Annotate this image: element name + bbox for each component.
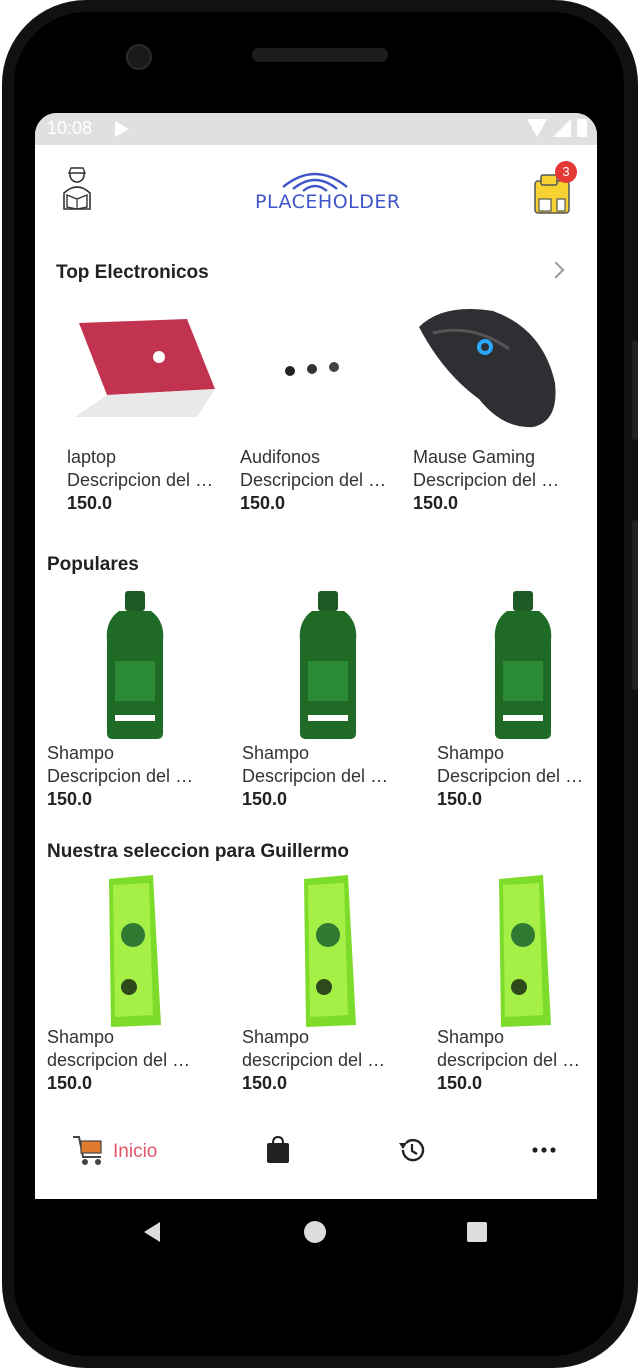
loading-dots-icon xyxy=(285,362,339,376)
android-nav-bar xyxy=(0,1200,640,1270)
product-price: 150.0 xyxy=(242,1073,288,1093)
product-description: descripcion del producto xyxy=(437,1050,587,1070)
product-card[interactable]: Shampo Descripcion del producto 150.0 xyxy=(242,591,402,821)
product-name: Shampo xyxy=(437,1027,505,1047)
earpiece-speaker xyxy=(252,48,388,62)
power-button xyxy=(632,520,638,690)
product-price: 150.0 xyxy=(242,789,288,809)
front-camera xyxy=(126,44,152,70)
nav-more[interactable] xyxy=(531,1133,557,1173)
product-name: Shampo xyxy=(47,1027,115,1047)
product-name: Shampo xyxy=(47,743,115,763)
wifi-icon xyxy=(527,119,547,137)
product-card[interactable]: laptop Descripcion del producto 150.0 xyxy=(67,313,227,543)
app-header: PLACEHOLDER 3 xyxy=(35,145,597,235)
nav-history[interactable] xyxy=(397,1133,427,1173)
status-time: 10:08 xyxy=(47,118,93,138)
nav-inicio-label: Inicio xyxy=(113,1141,158,1162)
product-name: Shampo xyxy=(437,743,505,763)
product-description: Descripcion del producto xyxy=(47,766,197,786)
profile-icon[interactable] xyxy=(59,165,95,211)
product-name: Audifonos xyxy=(240,447,321,467)
play-icon xyxy=(115,121,129,137)
product-description: descripcion del producto xyxy=(47,1050,197,1070)
product-description: Descripcion del producto xyxy=(240,470,390,490)
product-price: 150.0 xyxy=(413,493,459,513)
history-icon xyxy=(399,1138,425,1162)
nav-inicio[interactable]: Inicio xyxy=(71,1133,211,1173)
section-title-seleccion: Nuestra seleccion para Guillermo xyxy=(47,841,350,862)
battery-icon xyxy=(577,119,587,137)
product-card[interactable]: Shampo descripcion del producto 150.0 xyxy=(437,875,597,1105)
product-description: Descripcion del producto xyxy=(242,766,392,786)
green-shampoo-image xyxy=(499,875,551,1027)
product-price: 150.0 xyxy=(47,789,93,809)
product-card[interactable]: Shampo descripcion del producto 150.0 xyxy=(47,875,207,1105)
more-horizontal-icon xyxy=(532,1147,556,1153)
signal-icon xyxy=(553,119,571,137)
laptop-image xyxy=(75,319,215,417)
shopping-bag-icon xyxy=(267,1135,289,1163)
wifi-logo-icon xyxy=(282,172,348,192)
section-title-top-electronicos: Top Electronicos xyxy=(56,262,209,283)
back-icon[interactable] xyxy=(140,1220,164,1244)
product-description: Descripcion del producto xyxy=(437,766,587,786)
shampoo-bottle-image xyxy=(494,591,552,739)
shampoo-bottle-image xyxy=(299,591,357,739)
product-price: 150.0 xyxy=(240,493,286,513)
product-description: descripcion del producto xyxy=(242,1050,392,1070)
product-description: Descripcion del producto xyxy=(67,470,217,490)
product-price: 150.0 xyxy=(437,1073,483,1093)
product-description: Descripcion del producto xyxy=(413,470,563,490)
product-name: laptop xyxy=(67,447,117,467)
home-icon[interactable] xyxy=(303,1220,327,1244)
section-title-populares: Populares xyxy=(47,554,139,575)
logo-text: PLACEHOLDER xyxy=(255,191,401,213)
product-name: Shampo xyxy=(242,1027,310,1047)
recents-icon[interactable] xyxy=(465,1220,489,1244)
product-card[interactable]: Shampo Descripcion del producto 150.0 xyxy=(437,591,597,821)
brand-logo: PLACEHOLDER xyxy=(255,161,401,217)
nav-bag[interactable] xyxy=(265,1133,291,1173)
product-card[interactable]: Shampo descripcion del producto 150.0 xyxy=(242,875,402,1105)
product-price: 150.0 xyxy=(47,1073,93,1093)
shopping-cart-icon xyxy=(73,1136,102,1165)
product-card[interactable]: Audifonos Descripcion del producto 150.0 xyxy=(240,313,400,543)
product-card[interactable]: Mause Gaming Descripcion del producto 15… xyxy=(413,309,573,543)
status-bar: 10:08 xyxy=(35,113,597,145)
mouse-image xyxy=(419,309,556,428)
product-card[interactable]: Shampo Descripcion del producto 150.0 xyxy=(47,591,207,821)
cart-count-badge: 3 xyxy=(555,161,577,183)
chevron-right-icon[interactable] xyxy=(547,261,565,279)
shampoo-bottle-image xyxy=(106,591,164,739)
bottom-nav: Inicio xyxy=(35,1113,597,1199)
volume-button xyxy=(632,340,638,440)
green-shampoo-image xyxy=(304,875,356,1027)
app-screen: 10:08 PLACEHOLDER 3 Top Electronicos lap… xyxy=(35,113,597,1199)
product-price: 150.0 xyxy=(67,493,113,513)
product-price: 150.0 xyxy=(437,789,483,809)
product-name: Shampo xyxy=(242,743,310,763)
product-name: Mause Gaming xyxy=(413,447,536,467)
green-shampoo-image xyxy=(109,875,161,1027)
